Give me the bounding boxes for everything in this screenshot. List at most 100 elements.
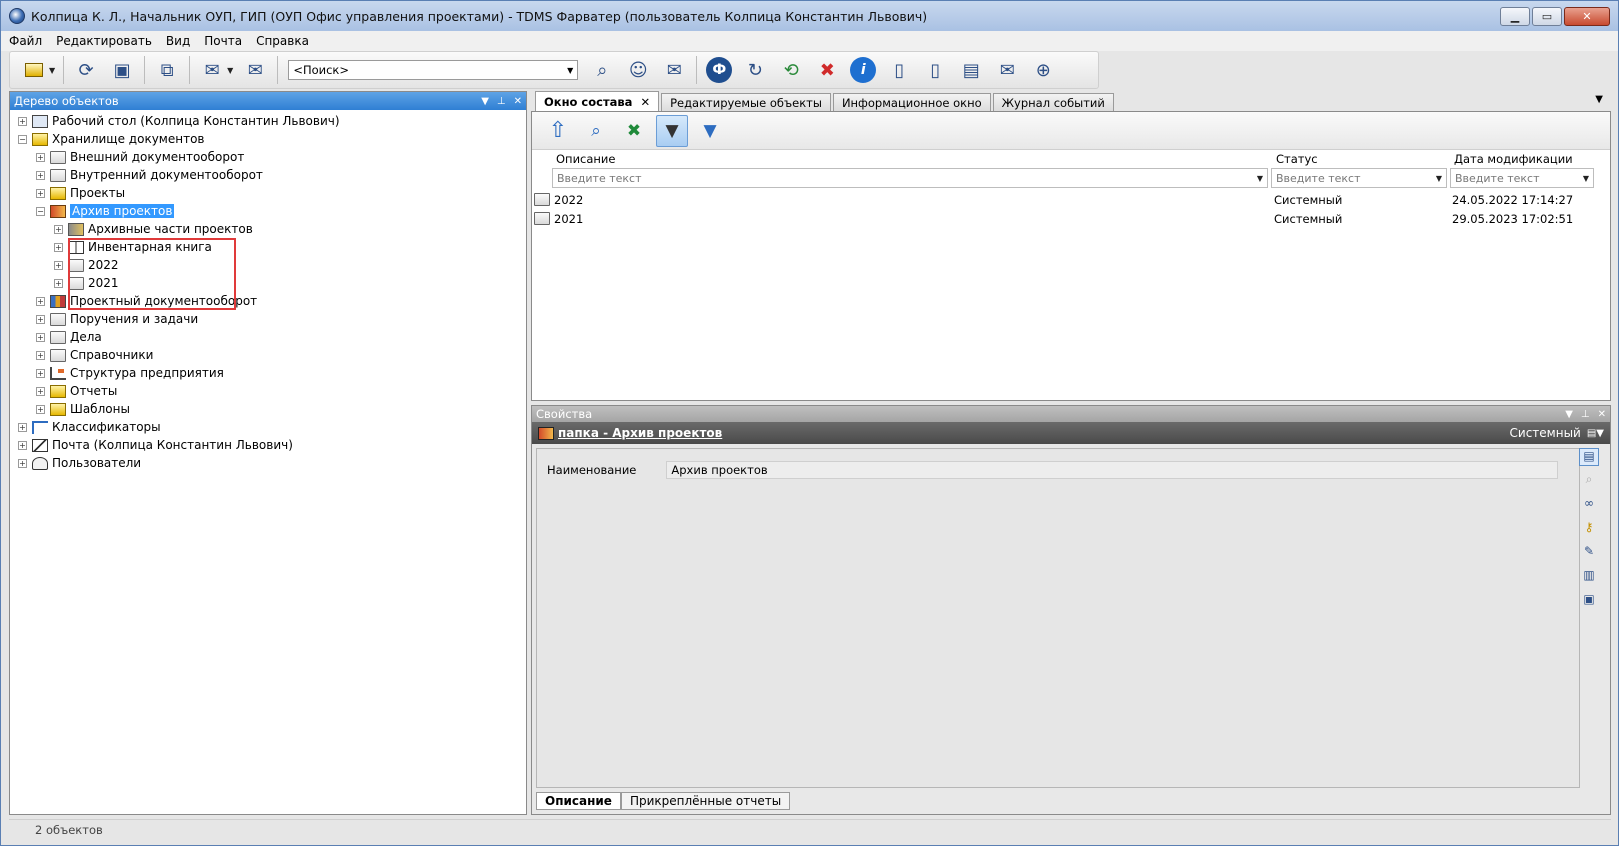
web-button[interactable]: ⊕ xyxy=(1028,55,1058,85)
chevron-down-icon[interactable]: ▼ xyxy=(1257,174,1263,183)
chevron-down-icon[interactable]: ▼ xyxy=(567,66,573,75)
menu-view[interactable]: Вид xyxy=(166,34,190,48)
filter-date-input[interactable]: Введите текст ▼ xyxy=(1450,168,1594,188)
table-row[interactable]: 2022 Системный 24.05.2022 17:14:27 xyxy=(532,190,1604,209)
chevron-down-icon[interactable]: ▼ xyxy=(227,66,233,75)
tab-composition[interactable]: Окно состава ✕ xyxy=(535,91,660,111)
close-icon[interactable]: ✕ xyxy=(514,96,522,107)
disconnect-button[interactable]: ✖ xyxy=(812,55,842,85)
tree-node-reports[interactable]: + Отчеты xyxy=(10,382,526,400)
collapse-icon[interactable]: − xyxy=(18,134,27,144)
expand-icon[interactable]: + xyxy=(54,278,63,288)
tab-event-log[interactable]: Журнал событий xyxy=(992,93,1114,111)
zoom-button[interactable]: ⌕ xyxy=(1579,472,1599,490)
menu-edit[interactable]: Редактировать xyxy=(56,34,152,48)
tree-node-internal-docs[interactable]: + Внутренний документооборот xyxy=(10,166,526,184)
expand-icon[interactable]: + xyxy=(36,188,45,198)
tab-attached-reports[interactable]: Прикреплённые отчеты xyxy=(620,792,791,810)
app-logo-button[interactable]: Ф xyxy=(704,55,734,85)
window-view-button[interactable]: ▣ xyxy=(107,55,137,85)
expand-icon[interactable]: + xyxy=(36,386,45,396)
object-link[interactable]: папка - Архив проектов xyxy=(558,426,722,440)
table-row[interactable]: 2021 Системный 29.05.2023 17:02:51 xyxy=(532,209,1604,228)
messages-button[interactable]: ▤ xyxy=(956,55,986,85)
search-button[interactable]: ⌕ xyxy=(587,55,617,85)
preview-button[interactable]: ▣ xyxy=(1579,592,1599,610)
inbox-button[interactable]: ✉ xyxy=(992,55,1022,85)
tree-node-templates[interactable]: + Шаблоны xyxy=(10,400,526,418)
new-object-button[interactable] xyxy=(19,55,49,85)
expand-icon[interactable]: + xyxy=(36,314,45,324)
info-button[interactable]: i xyxy=(848,55,878,85)
access-button[interactable]: ⚷ xyxy=(1579,520,1599,538)
level-up-button[interactable]: ⇧ xyxy=(542,115,574,147)
panel-menu-icon[interactable]: ▼ xyxy=(481,96,489,107)
pin-icon[interactable]: ⊥ xyxy=(1581,409,1590,420)
filter-description-input[interactable]: Введите текст ▼ xyxy=(552,168,1268,188)
maximize-button[interactable]: ▭ xyxy=(1532,7,1562,26)
close-window-button[interactable]: ✕ xyxy=(1564,7,1610,26)
find-mail-button[interactable]: ✉ xyxy=(659,55,689,85)
tree-node-users[interactable]: + Пользователи xyxy=(10,454,526,472)
compose-mail-button[interactable]: ✉ xyxy=(197,55,227,85)
filter-button[interactable]: ▼ xyxy=(656,114,688,147)
copy-objects-button[interactable]: ⧉ xyxy=(152,55,182,85)
tree-node-tasks[interactable]: + Поручения и задачи xyxy=(10,310,526,328)
expand-icon[interactable]: + xyxy=(36,350,45,360)
tree-node-storage[interactable]: − Хранилище документов xyxy=(10,130,526,148)
chevron-down-icon[interactable]: ▼ xyxy=(1436,174,1442,183)
attributes-view-button[interactable]: ▤ xyxy=(1579,448,1599,466)
files-button[interactable]: ▥ xyxy=(1579,568,1599,586)
menu-mail[interactable]: Почта xyxy=(204,34,242,48)
search-combobox[interactable]: <Поиск> ▼ xyxy=(288,60,579,80)
expand-icon[interactable]: + xyxy=(36,332,45,342)
expand-icon[interactable]: + xyxy=(36,368,45,378)
expand-icon[interactable]: + xyxy=(18,422,27,432)
chevron-down-icon[interactable]: ▼ xyxy=(1583,174,1589,183)
expand-icon[interactable]: + xyxy=(36,152,45,162)
tree-node-desktop[interactable]: + Рабочий стол (Колпица Константин Львови… xyxy=(10,112,526,130)
tree-node-projects[interactable]: + Проекты xyxy=(10,184,526,202)
users-sync-button[interactable]: ⟲ xyxy=(776,55,806,85)
minimize-button[interactable]: ▁ xyxy=(1500,7,1530,26)
expand-icon[interactable]: + xyxy=(54,224,63,234)
find-user-button[interactable]: ☺ xyxy=(623,55,653,85)
refresh-button[interactable]: ⟳ xyxy=(71,55,101,85)
edit-button[interactable]: ✎ xyxy=(1579,544,1599,562)
close-icon[interactable]: ✕ xyxy=(1598,409,1606,420)
name-field[interactable]: Архив проектов xyxy=(666,461,1559,479)
export-excel-button[interactable]: ✖ xyxy=(618,115,650,147)
tree-node-classifiers[interactable]: + Классификаторы xyxy=(10,418,526,436)
filter-status-input[interactable]: Введите текст ▼ xyxy=(1271,168,1447,188)
tree-node-org-structure[interactable]: + Структура предприятия xyxy=(10,364,526,382)
collapse-icon[interactable]: − xyxy=(36,206,45,216)
expand-icon[interactable]: + xyxy=(54,260,63,270)
tabs-menu-icon[interactable]: ▼ xyxy=(1595,94,1603,105)
expand-icon[interactable]: + xyxy=(36,404,45,414)
chevron-down-icon[interactable]: ▼ xyxy=(49,66,55,75)
find-in-tree-button[interactable]: ⌕ xyxy=(580,115,612,147)
sync-button[interactable]: ↻ xyxy=(740,55,770,85)
tree-node-references[interactable]: + Справочники xyxy=(10,346,526,364)
tree-node-mail[interactable]: + Почта (Колпица Константин Львович) xyxy=(10,436,526,454)
tab-description[interactable]: Описание xyxy=(536,792,621,810)
expand-icon[interactable]: + xyxy=(18,440,27,450)
document-open-button[interactable]: ▯ xyxy=(920,55,950,85)
send-mail-button[interactable]: ✉ xyxy=(240,55,270,85)
pin-icon[interactable]: ⊥ xyxy=(497,96,506,107)
tree-node-archive-parts[interactable]: + Архивные части проектов xyxy=(10,220,526,238)
column-modified[interactable]: Дата модификации xyxy=(1450,152,1600,168)
column-description[interactable]: Описание xyxy=(532,152,1272,168)
object-menu-icon[interactable]: ▤▼ xyxy=(1587,428,1604,439)
tree-node-cases[interactable]: + Дела xyxy=(10,328,526,346)
close-icon[interactable]: ✕ xyxy=(640,95,650,109)
column-status[interactable]: Статус xyxy=(1272,152,1450,168)
links-button[interactable]: ∞ xyxy=(1579,496,1599,514)
tree-node-external-docs[interactable]: + Внешний документооборот xyxy=(10,148,526,166)
expand-icon[interactable]: + xyxy=(54,242,63,252)
menu-file[interactable]: Файл xyxy=(9,34,42,48)
panel-menu-icon[interactable]: ▼ xyxy=(1565,409,1573,420)
expand-icon[interactable]: + xyxy=(18,458,27,468)
tab-edited-objects[interactable]: Редактируемые объекты xyxy=(661,93,831,111)
expand-icon[interactable]: + xyxy=(18,116,27,126)
